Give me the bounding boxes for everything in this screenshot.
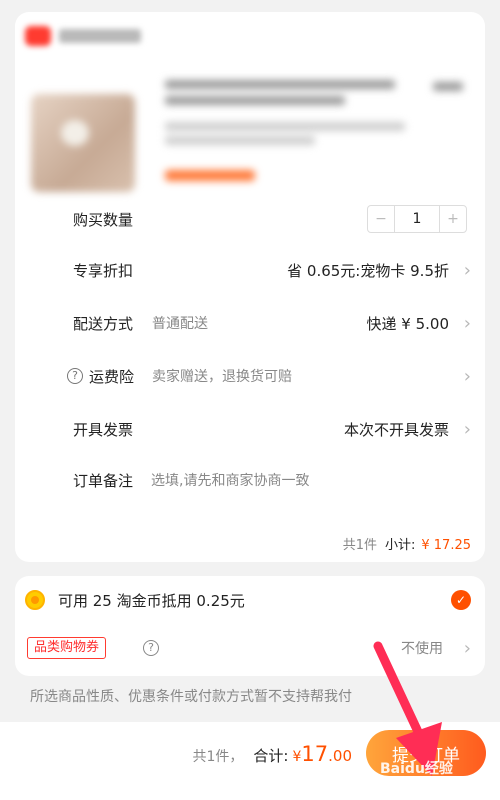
total-currency: ¥ — [292, 749, 302, 765]
plus-icon[interactable]: + — [440, 206, 466, 232]
quantity-stepper[interactable]: − 1 + — [367, 205, 467, 233]
subtotal-price: ¥ 17.25 — [421, 538, 471, 553]
product-item-blurred[interactable] — [25, 72, 475, 197]
subtotal: 共1件 小计: ¥ 17.25 — [343, 534, 471, 553]
coin-text: 可用 25 淘金币抵用 0.25元 — [58, 591, 245, 610]
total-decimal: .00 — [328, 747, 352, 765]
question-circle-icon[interactable]: ? — [143, 640, 159, 656]
shop-name-blurred — [59, 29, 141, 43]
coin-icon — [25, 590, 45, 610]
discount-value: 省 0.65元:宠物卡 9.5折 — [287, 261, 449, 280]
coin-card: 可用 25 淘金币抵用 0.25元 ✓ 品类购物券 ? 不使用 › — [15, 576, 485, 676]
coin-row[interactable]: 可用 25 淘金币抵用 0.25元 ✓ — [15, 582, 485, 618]
note-label: 订单备注 — [73, 471, 134, 490]
subtotal-count: 共1件 — [342, 538, 377, 553]
insurance-detail: 卖家赠送，退换货可赔 — [152, 369, 292, 385]
subtotal-label: 小计: — [384, 538, 416, 553]
coupon-tag: 品类购物券 — [27, 637, 107, 659]
delivery-label: 配送方式 — [73, 314, 134, 333]
shop-logo-icon — [25, 26, 51, 46]
total-count: 共1件， — [192, 749, 244, 765]
delivery-method: 普通配送 — [152, 316, 208, 332]
watermark-logo: Baidu经验 — [380, 761, 453, 777]
coupon-row[interactable]: 品类购物券 ? 不使用 › — [15, 632, 485, 664]
invoice-label: 开具发票 — [73, 420, 134, 439]
quantity-value[interactable]: 1 — [394, 206, 440, 232]
discount-label: 专享折扣 — [73, 261, 134, 280]
total-label: 合计: — [253, 747, 289, 765]
invoice-row[interactable]: 开具发票 本次不开具发票 › — [15, 409, 485, 449]
order-card: 购买数量 − 1 + 专享折扣 省 0.65元:宠物卡 9.5折 › 配送方式 … — [15, 12, 485, 562]
note-row[interactable]: 订单备注 选填,请先和商家协商一致 — [15, 460, 485, 500]
quantity-row: 购买数量 − 1 + — [15, 199, 485, 239]
minus-icon[interactable]: − — [368, 206, 394, 232]
note-input[interactable]: 选填,请先和商家协商一致 — [151, 470, 309, 490]
chevron-right-icon: › — [463, 259, 471, 281]
chevron-right-icon: › — [463, 418, 471, 440]
payment-notice: 所选商品性质、优惠条件或付款方式暂不支持帮我付 — [30, 689, 352, 705]
insurance-label: 运费险 — [89, 367, 135, 386]
total-amount: 17 — [301, 742, 329, 766]
invoice-value: 本次不开具发票 — [343, 420, 449, 439]
coupon-value: 不使用 — [401, 641, 443, 657]
chevron-right-icon: › — [463, 637, 471, 659]
question-circle-icon[interactable]: ? — [67, 368, 83, 384]
insurance-row[interactable]: ? 运费险 卖家赠送，退换货可赔 › — [15, 356, 485, 396]
delivery-fee: 快递 ¥ 5.00 — [366, 314, 449, 333]
chevron-right-icon: › — [463, 365, 471, 387]
discount-row[interactable]: 专享折扣 省 0.65元:宠物卡 9.5折 › — [15, 250, 485, 290]
delivery-row[interactable]: 配送方式 普通配送 快递 ¥ 5.00 › — [15, 303, 485, 343]
shop-header — [25, 26, 141, 46]
quantity-label: 购买数量 — [73, 210, 134, 229]
checkbox-checked-icon[interactable]: ✓ — [451, 590, 471, 610]
product-thumbnail — [31, 94, 135, 192]
order-total: 共1件， 合计: ¥ 17 .00 — [193, 742, 353, 766]
chevron-right-icon: › — [463, 312, 471, 334]
